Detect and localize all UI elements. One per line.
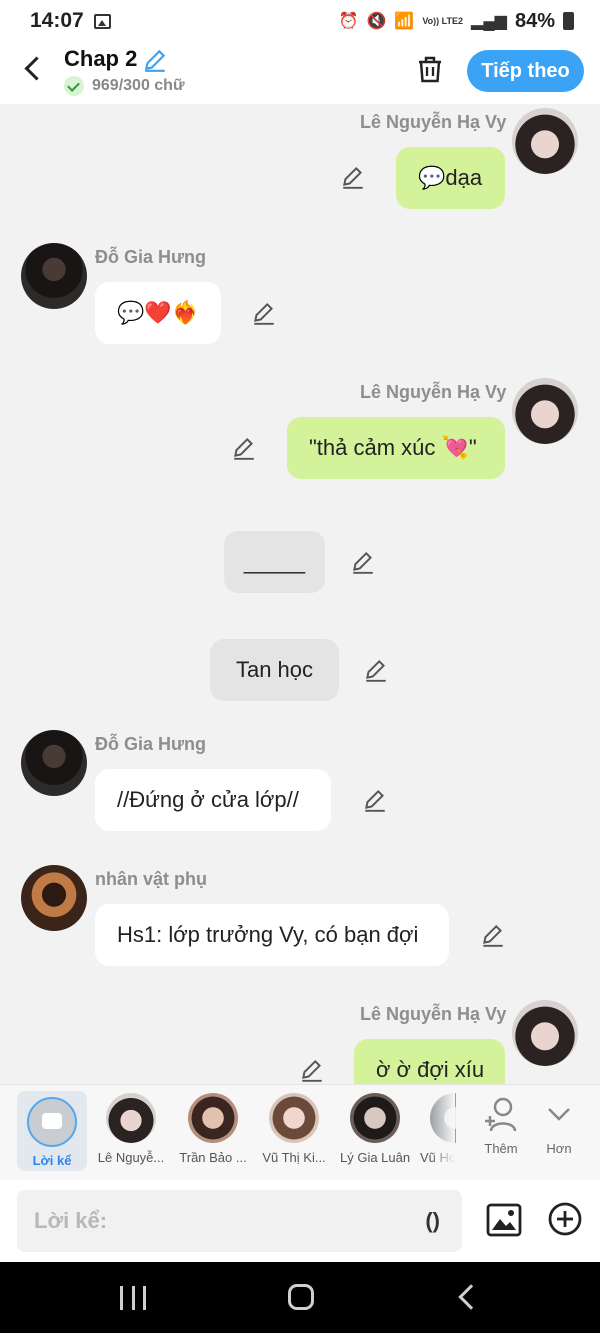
home-button[interactable] [288, 1284, 314, 1310]
edit-title-pencil-icon[interactable] [142, 47, 168, 73]
message-bubble[interactable]: "thả cảm xúc 💘" [287, 417, 505, 479]
plus-icon[interactable] [548, 1202, 582, 1236]
battery-icon [563, 12, 574, 30]
wifi-icon: 📶 [394, 13, 415, 30]
narration-bubble[interactable]: Tan học [210, 639, 339, 701]
battery-percent: 84% [514, 9, 555, 32]
mute-icon: 🔇 [366, 13, 387, 30]
parenthesis-button[interactable]: () [425, 1208, 440, 1234]
narration-bubble[interactable]: _____ [224, 531, 325, 593]
status-bar: 14:07 ⏰ 🔇 📶 Vo)) LTE2 ▂▄▆ 84% [0, 0, 600, 42]
sender-name: nhân vật phụ [95, 869, 207, 889]
avatar[interactable] [21, 865, 87, 931]
edit-pencil-icon[interactable] [363, 657, 389, 683]
avatar [188, 1093, 238, 1143]
next-button[interactable]: Tiếp theo [467, 50, 584, 92]
character-name: Lý Gia Luân [340, 1150, 410, 1165]
chevron-down-icon [535, 1095, 583, 1137]
check-icon [64, 76, 84, 96]
composer: Lời kể: () [0, 1180, 600, 1262]
character-selector: Lời kể Lê Nguyễ... Trần Bảo ... Vũ Thị K… [0, 1084, 600, 1181]
system-back-button[interactable] [458, 1284, 484, 1310]
back-button[interactable] [20, 56, 46, 82]
message-input[interactable]: Lời kể: () [17, 1190, 462, 1252]
edit-pencil-icon[interactable] [251, 300, 277, 326]
status-icons: ⏰ 🔇 📶 Vo)) LTE2 ▂▄▆ 84% [339, 10, 574, 33]
message-bubble[interactable]: ờ ờ đợi xíu [354, 1039, 505, 1084]
edit-pencil-icon[interactable] [350, 549, 376, 575]
gallery-notification-icon [93, 13, 111, 29]
character-name: Vũ Thị Ki... [262, 1150, 326, 1165]
avatar [269, 1093, 319, 1143]
add-character-button[interactable]: Thêm [477, 1095, 525, 1156]
narrator-tab[interactable]: Lời kể [17, 1091, 87, 1171]
character-name: Trần Bảo ... [179, 1150, 247, 1165]
sender-name: Đỗ Gia Hưng [95, 247, 207, 267]
character-name: Lê Nguyễ... [97, 1150, 165, 1165]
more-button[interactable]: Hơn [535, 1095, 583, 1156]
add-label: Thêm [484, 1141, 518, 1156]
message-bubble[interactable]: 💬❤️❤️‍🔥 [95, 282, 221, 344]
editor-header: Chap 2 969/300 chữ Tiếp theo [0, 42, 600, 104]
chat-area: Lê Nguyễn Hạ Vy 💬dạa Đỗ Gia Hưng 💬❤️❤️‍🔥… [0, 104, 600, 1084]
input-placeholder: Lời kể: [34, 1208, 108, 1233]
avatar[interactable] [512, 378, 578, 444]
avatar[interactable] [512, 1000, 578, 1066]
avatar[interactable] [21, 730, 87, 796]
edit-pencil-icon[interactable] [362, 787, 388, 813]
alarm-icon: ⏰ [338, 13, 359, 30]
message-bubble[interactable]: Hs1: lớp trưởng Vy, có bạn đợi [95, 904, 449, 966]
character-item[interactable]: Vũ Thị Ki... [259, 1093, 329, 1165]
image-icon[interactable] [486, 1202, 522, 1238]
edit-pencil-icon[interactable] [480, 922, 506, 948]
narrator-label: Lời kể [32, 1153, 72, 1168]
edit-pencil-icon[interactable] [299, 1057, 325, 1083]
word-count: 969/300 chữ [64, 76, 185, 96]
avatar[interactable] [512, 108, 578, 174]
character-item[interactable]: Trần Bảo ... [178, 1093, 248, 1165]
more-label: Hơn [546, 1141, 572, 1156]
message-bubble[interactable]: //Đứng ở cửa lớp// [95, 769, 331, 831]
narrator-icon [27, 1097, 77, 1147]
message-bubble[interactable]: 💬dạa [396, 147, 505, 209]
trash-icon[interactable] [416, 54, 444, 84]
sender-name: Đỗ Gia Hưng [95, 734, 207, 754]
signal-icon: ▂▄▆ [471, 13, 507, 30]
add-person-icon [477, 1095, 525, 1137]
edit-pencil-icon[interactable] [231, 435, 257, 461]
sender-name: Lê Nguyễn Hạ Vy [360, 112, 507, 132]
sender-name: Lê Nguyễn Hạ Vy [360, 1004, 507, 1024]
status-time: 14:07 [30, 9, 84, 32]
chapter-title: Chap 2 [64, 46, 138, 71]
system-nav-bar [0, 1262, 600, 1333]
avatar [350, 1093, 400, 1143]
recent-apps-button[interactable] [120, 1286, 146, 1310]
network-label: Vo)) LTE2 [422, 15, 464, 26]
scroll-fade [430, 1085, 455, 1181]
character-item[interactable]: Lê Nguyễ... [96, 1093, 166, 1165]
edit-pencil-icon[interactable] [340, 164, 366, 190]
avatar [106, 1093, 156, 1143]
word-count-text: 969/300 chữ [92, 77, 185, 94]
sender-name: Lê Nguyễn Hạ Vy [360, 382, 507, 402]
character-item[interactable]: Lý Gia Luân [340, 1093, 410, 1165]
avatar[interactable] [21, 243, 87, 309]
